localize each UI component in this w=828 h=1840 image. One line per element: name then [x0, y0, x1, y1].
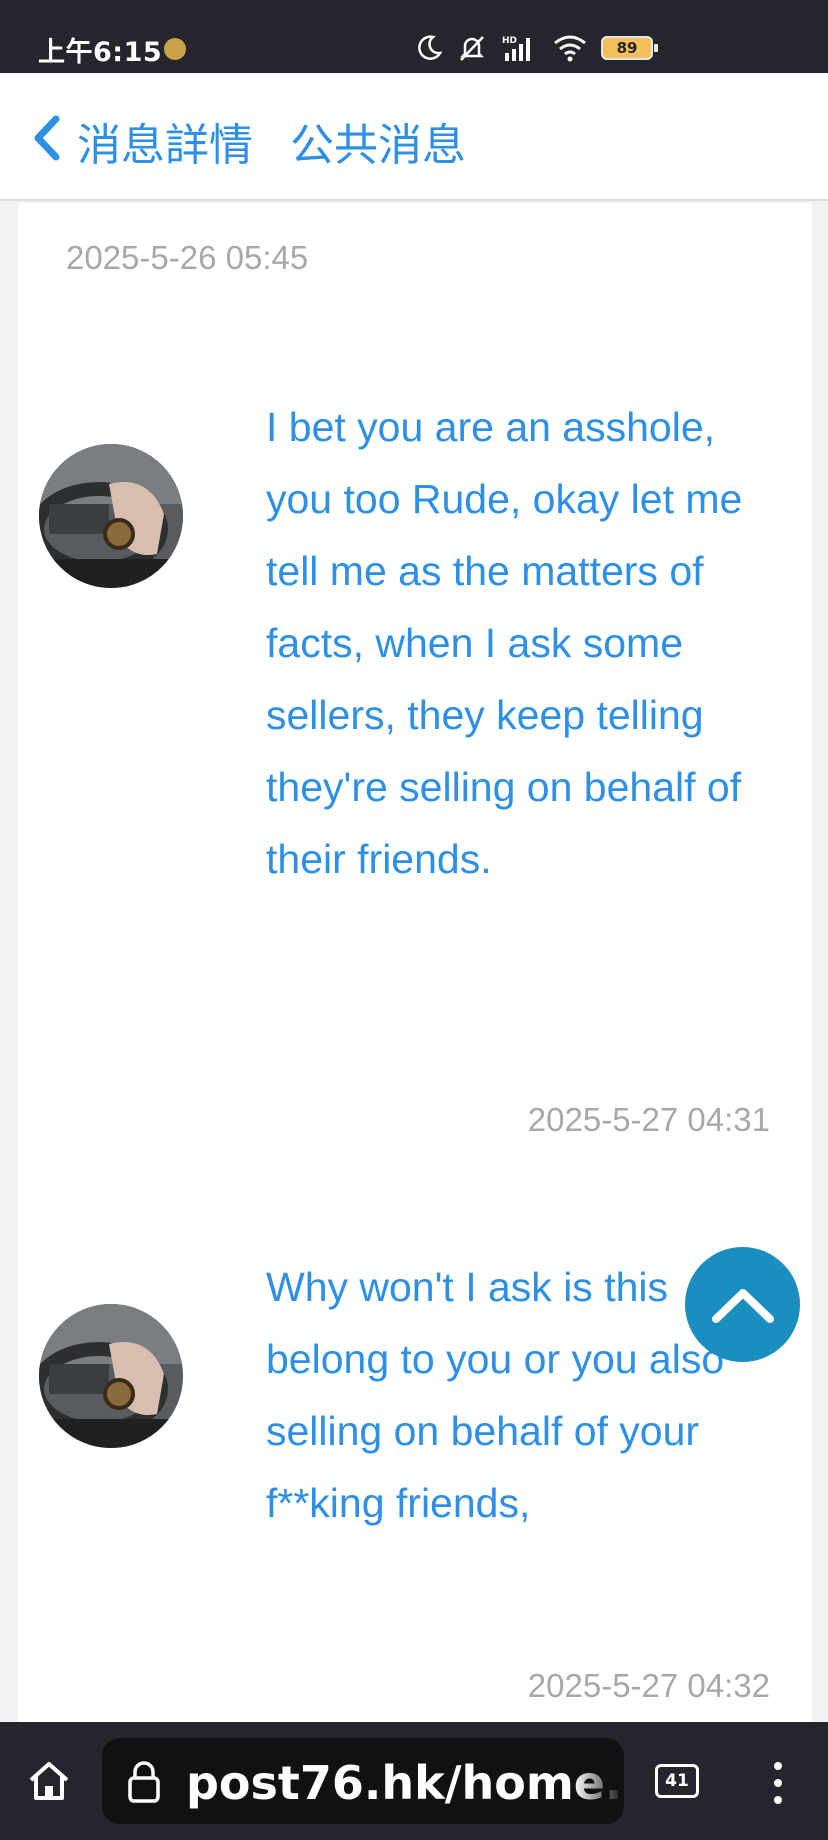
tabs-button[interactable]: 41	[655, 1764, 699, 1798]
chevron-up-icon	[711, 1288, 774, 1323]
message-timestamp: 2025-5-27 04:32	[527, 1667, 770, 1704]
page-subtitle: 公共消息	[290, 120, 466, 171]
message-list[interactable]: 2025-5-26 05:45 I bet you are an asshole…	[18, 203, 812, 1723]
avatar[interactable]	[39, 444, 183, 588]
page-title[interactable]: 消息詳情	[77, 109, 253, 173]
url-text: post76.hk/home.php	[186, 1756, 624, 1810]
scroll-to-top-button[interactable]	[685, 1247, 800, 1362]
address-bar[interactable]: post76.hk/home.php	[102, 1738, 624, 1824]
page-header: 消息詳情 公共消息	[0, 73, 828, 201]
avatar[interactable]	[39, 1304, 183, 1448]
hd-signal-icon: HD	[502, 36, 530, 61]
message-timestamp: 2025-5-27 04:31	[527, 1101, 770, 1138]
avatar-image	[39, 1304, 183, 1448]
svg-text:HD: HD	[502, 36, 517, 46]
status-time: 上午6:15	[38, 37, 163, 68]
message-text: I bet you are an asshole, you too Rude, …	[266, 404, 743, 882]
status-icons: HD 89	[415, 30, 658, 66]
notification-icon	[164, 38, 186, 60]
message-timestamp: 2025-5-26 05:45	[66, 239, 309, 276]
moon-icon	[418, 35, 443, 60]
url-fade	[574, 1738, 624, 1824]
browser-toolbar: post76.hk/home.php 41	[0, 1722, 828, 1840]
home-icon[interactable]	[26, 1758, 72, 1804]
battery-icon: 89	[601, 36, 658, 60]
status-bar: 上午6:15 HD 89	[0, 0, 828, 73]
avatar-image	[39, 444, 183, 588]
more-menu-icon[interactable]	[770, 1760, 786, 1806]
back-icon[interactable]	[30, 113, 64, 163]
mute-icon	[459, 36, 485, 61]
wifi-icon	[554, 35, 586, 62]
battery-level: 89	[616, 39, 638, 57]
lock-icon	[128, 1761, 160, 1803]
